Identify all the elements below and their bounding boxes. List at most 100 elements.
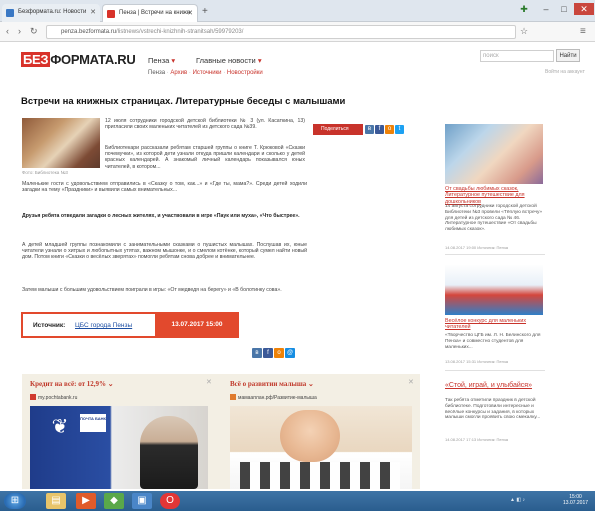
article-photo[interactable] <box>22 118 100 168</box>
tab-label: Пенза | Встречи на книжн <box>119 10 191 16</box>
tab-bezformata[interactable]: Безформата.ru: Новости ✕ <box>2 4 100 22</box>
close-window-button[interactable]: ✕ <box>574 3 594 15</box>
dropdown-arrow-icon: ▾ <box>257 56 262 65</box>
article-paragraph: Библиотекари рассказали ребятам старшей … <box>105 145 305 170</box>
browser-window: Безформата.ru: Новости ✕ Пенза | Встречи… <box>0 0 595 511</box>
breadcrumb-archive[interactable]: Архив <box>170 70 187 76</box>
ad-baby <box>280 410 340 462</box>
ad-baby-development[interactable]: Всё о развитии малыша ⌄ ✕ мамааплан.рф/Р… <box>222 374 420 489</box>
vk-icon[interactable]: в <box>365 125 374 134</box>
mail-icon[interactable]: @ <box>285 348 295 358</box>
explorer-icon[interactable]: ▤ <box>46 493 66 509</box>
article-paragraph: Друзья ребята отведали загадки о лесных … <box>22 213 300 219</box>
bookmark-star-icon[interactable]: ☆ <box>520 26 528 37</box>
window-icon[interactable]: ▣ <box>132 493 152 509</box>
ad-title: Кредит на всё: от 12,9% ⌄ <box>30 380 114 388</box>
emblem-icon: ❦ <box>51 416 69 438</box>
favicon-icon <box>107 10 115 18</box>
share-label: Поделиться <box>313 124 363 135</box>
tab-bar: Безформата.ru: Новости ✕ Пенза | Встречи… <box>0 0 595 22</box>
ad-person <box>140 416 198 489</box>
article-paragraph: А детей младшей группы познакомили с зан… <box>22 242 307 261</box>
source-date: 13.07.2017 15:00 <box>155 314 239 336</box>
address-domain: penza.bezformata.ru <box>61 29 117 35</box>
sidebar-news-meta: 13.08.2017 15:31 Источник: Пенза <box>445 359 508 364</box>
article-title: Встречи на книжных страницах. Литературн… <box>21 96 346 107</box>
article-paragraph: 12 июля сотрудники городской детской биб… <box>105 118 305 131</box>
navigation-bar: ‹ › ↻ penza.bezformata.ru/listnews/vstre… <box>0 22 595 42</box>
minimize-button[interactable]: – <box>538 3 554 15</box>
sidebar-news-image[interactable] <box>445 265 543 315</box>
source-link[interactable]: ЦБС города Пензы <box>75 322 132 329</box>
ad-pochtabank[interactable]: Кредит на всё: от 12,9% ⌄ ✕ my.pochtaban… <box>22 374 218 489</box>
close-ad-icon[interactable]: ✕ <box>408 378 414 386</box>
sidebar-news-link[interactable]: Весёлое конкурс для маленьких читателей <box>445 318 545 331</box>
breadcrumb-sources[interactable]: Источники <box>193 70 222 76</box>
close-tab-icon[interactable]: ✕ <box>90 8 96 16</box>
search-input[interactable]: поиск <box>480 50 554 62</box>
close-tab-icon[interactable]: ✕ <box>187 9 193 17</box>
login-link[interactable]: Войти на аккаунт <box>545 69 585 75</box>
article-paragraph: Маленькие гости с удовольствием отправил… <box>22 181 307 194</box>
sidebar-news-meta: 14.08.2017 19:00 Источник: Пенза <box>445 245 508 250</box>
odnoklassniki-icon[interactable]: о <box>385 125 394 134</box>
article-paragraph: Затем малыши с большим удовольствием пои… <box>22 287 282 293</box>
ad-image[interactable]: ❦ ПОЧТА БАНК <box>30 406 208 489</box>
source-box: Источник: ЦБС города Пензы 13.07.2017 15… <box>21 312 239 338</box>
facebook-icon[interactable]: f <box>263 348 273 358</box>
breadcrumb: Пенза · Архив · Источники · Новостройки <box>148 70 263 76</box>
tab-penza-article[interactable]: Пенза | Встречи на книжн ✕ <box>102 4 198 22</box>
sidebar-news-text: 14 августа сотрудники городской детской … <box>445 204 543 233</box>
facebook-icon[interactable]: f <box>375 125 384 134</box>
ad-image[interactable] <box>230 406 412 489</box>
app-icon[interactable]: ◆ <box>104 493 124 509</box>
opera-icon[interactable]: O <box>160 493 180 509</box>
menu-icon[interactable]: ≡ <box>580 26 586 37</box>
vk-icon[interactable]: в <box>252 348 262 358</box>
breadcrumb-newbuildings[interactable]: Новостройки <box>227 70 263 76</box>
taskbar: ⊞ ▤ ▶ ◆ ▣ O ▲ ◧ ♪ 15:00 13.07.2017 <box>0 491 595 511</box>
twitter-icon[interactable]: t <box>395 125 404 134</box>
clock[interactable]: 15:00 13.07.2017 <box>563 494 588 506</box>
dropdown-arrow-icon: ▾ <box>171 56 176 65</box>
city-selector[interactable]: Пенза ▾ <box>148 56 175 65</box>
sidebar-news-link[interactable]: От свадьбы любимых сказок, Литературное … <box>445 186 545 205</box>
media-player-icon[interactable]: ▶ <box>76 493 96 509</box>
divider <box>445 370 545 371</box>
reload-icon[interactable]: ↻ <box>30 26 38 37</box>
search-button[interactable]: Найти <box>556 49 580 62</box>
sidebar-news-image[interactable] <box>445 124 543 184</box>
sidebar-news-link[interactable]: «Стой, играй, и улыбайся» <box>445 382 545 390</box>
ad-source: мамааплан.рф/Развитие-малыша <box>230 394 317 401</box>
ad-block: Кредит на всё: от 12,9% ⌄ ✕ my.pochtaban… <box>22 374 420 489</box>
back-arrow-icon[interactable]: ‹ <box>6 26 9 36</box>
sidebar-news-text: Так ребята отметили праздник в детской б… <box>445 398 541 421</box>
site-logo[interactable]: БЕЗ ФОРМАТА.RU <box>21 52 136 67</box>
chevron-down-icon: ⌄ <box>107 380 114 388</box>
main-news-menu[interactable]: Главные новости ▾ <box>196 56 262 65</box>
photo-caption: Фото: Библиотека №3 <box>22 170 68 175</box>
favicon-icon <box>6 9 14 17</box>
system-tray[interactable]: ▲ ◧ ♪ <box>510 497 525 503</box>
source-label: Источник: <box>33 322 66 329</box>
close-ad-icon[interactable]: ✕ <box>206 378 212 386</box>
maximize-button[interactable]: □ <box>556 3 572 15</box>
breadcrumb-city[interactable]: Пенза <box>148 70 165 76</box>
chevron-down-icon: ⌄ <box>308 380 314 388</box>
share-bar: Поделиться в f о t <box>313 124 407 135</box>
address-bar[interactable]: penza.bezformata.ru/listnews/vstrechi-kn… <box>46 25 516 39</box>
bank-logo: ПОЧТА БАНК <box>80 414 106 432</box>
odnoklassniki-icon[interactable]: о <box>274 348 284 358</box>
ad-title: Всё о развитии малыша ⌄ <box>230 380 314 388</box>
forward-arrow-icon[interactable]: › <box>18 26 21 36</box>
ad-source: my.pochtabank.ru <box>30 394 77 401</box>
start-button[interactable]: ⊞ <box>4 493 26 509</box>
divider <box>445 254 545 255</box>
pin-icon[interactable]: ✚ <box>516 3 532 15</box>
chessboard <box>240 462 400 489</box>
address-path: /listnews/vstrechi-knizhnih-stranitsah/5… <box>116 29 244 35</box>
sidebar-news-meta: 14.08.2017 17:13 Источник: Пенза <box>445 437 508 442</box>
tab-label: Безформата.ru: Новости <box>18 9 87 15</box>
new-tab-button[interactable]: + <box>202 6 208 17</box>
sidebar-news-text: «Творчество ЦГБ им. Л. Н. Белинского для… <box>445 333 541 350</box>
